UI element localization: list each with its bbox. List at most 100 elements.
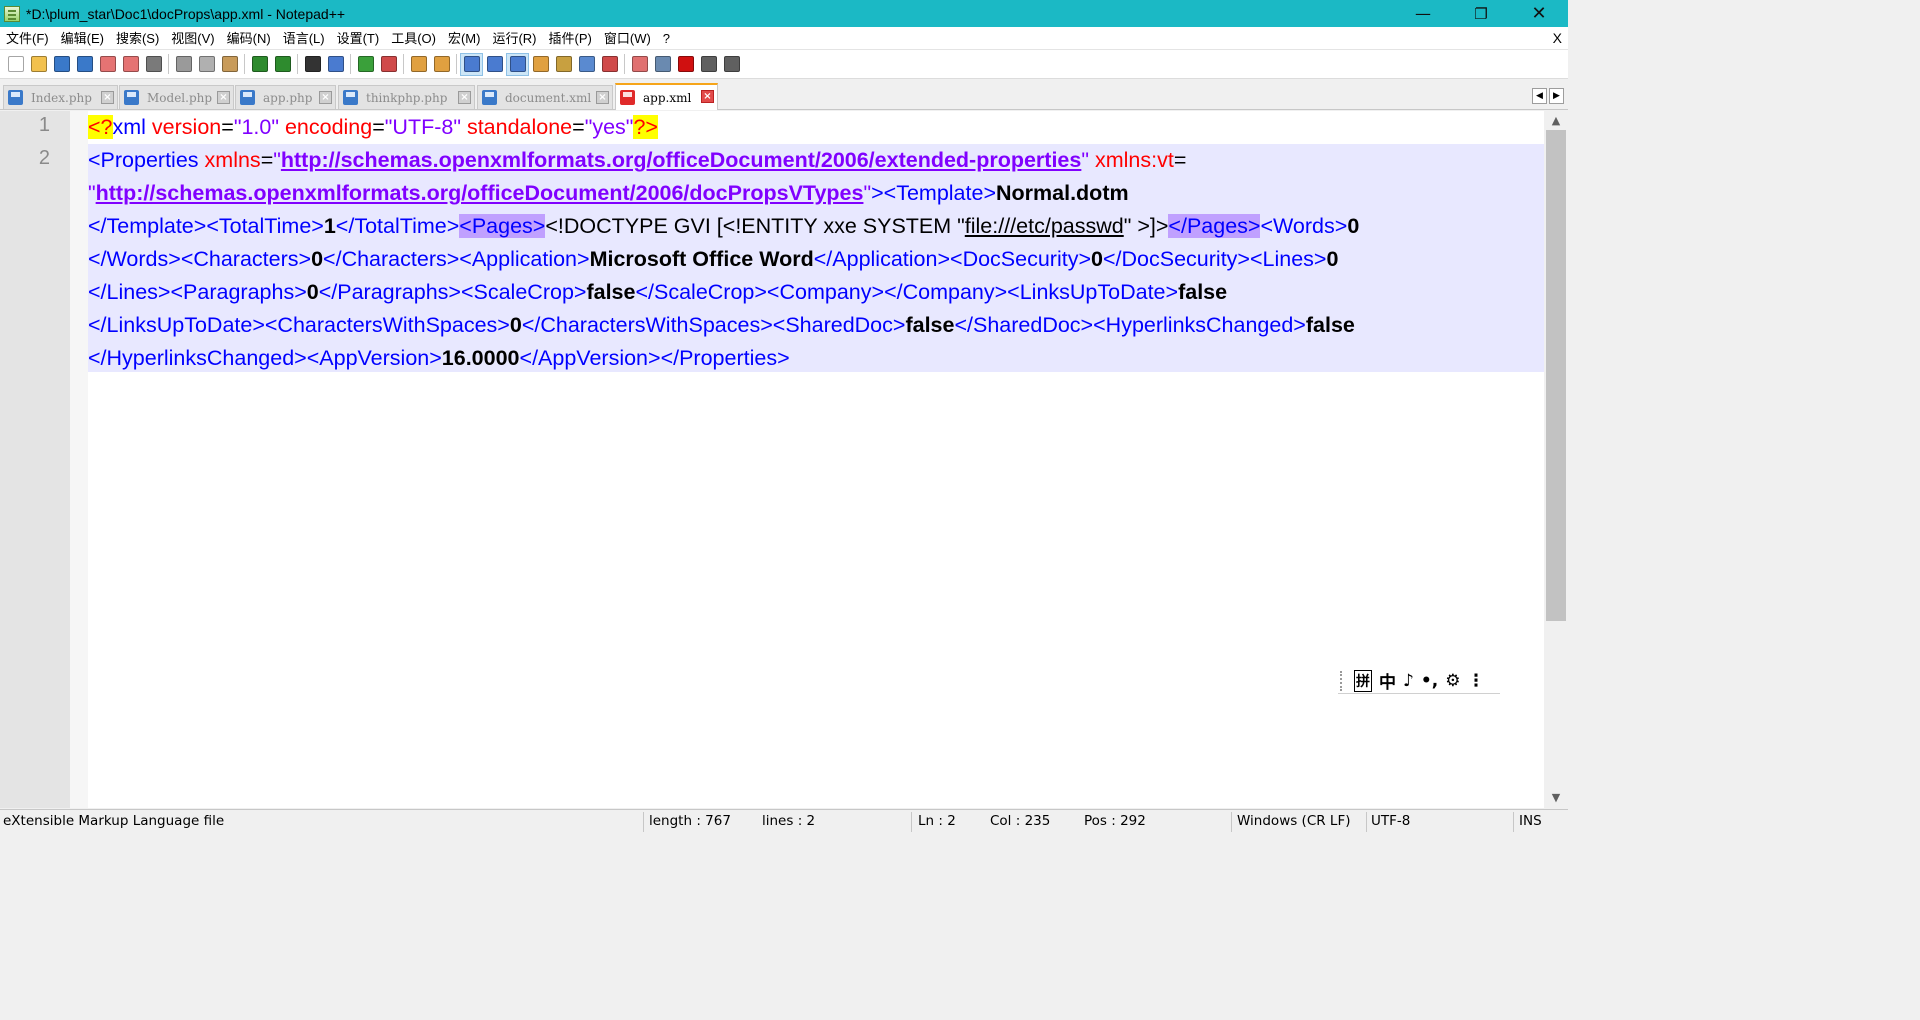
more-icon[interactable]: ⋮ — [1467, 671, 1484, 691]
close-document-button[interactable]: X — [1553, 27, 1562, 50]
open-file-button[interactable] — [27, 53, 50, 76]
sync-vertical-button[interactable] — [407, 53, 430, 76]
close-icon[interactable]: × — [101, 91, 114, 104]
print-button[interactable] — [142, 53, 165, 76]
window-title: *D:\plum_star\Doc1\docProps\app.xml - No… — [26, 5, 346, 22]
pinyin-icon[interactable]: 拼 — [1354, 669, 1372, 692]
word-wrap-button[interactable] — [460, 52, 483, 76]
close-all-button[interactable] — [119, 53, 142, 76]
tab-model-php[interactable]: Model.php × — [119, 85, 234, 109]
status-eol[interactable]: Windows (CR LF) — [1237, 813, 1350, 829]
xml-tag: </SharedDoc><HyperlinksChanged> — [954, 313, 1306, 337]
stop-macro-button[interactable] — [697, 53, 720, 76]
scrollbar-thumb[interactable] — [1546, 130, 1566, 621]
punctuation-icon[interactable]: •, — [1421, 671, 1438, 691]
menu-view[interactable]: 视图(V) — [165, 27, 220, 50]
text-area[interactable]: <?xml version="1.0" encoding="UTF-8" sta… — [88, 111, 1544, 808]
new-file-button[interactable] — [4, 53, 27, 76]
tab-thinkphp-php[interactable]: thinkphp.php × — [338, 85, 475, 109]
menu-plugins[interactable]: 插件(P) — [543, 27, 598, 50]
folder-workspace-button[interactable] — [598, 53, 621, 76]
toolbar-separator — [624, 54, 625, 74]
vertical-scrollbar[interactable]: ▲ ▼ — [1544, 111, 1568, 808]
menu-window[interactable]: 窗口(W) — [598, 27, 657, 50]
url-link[interactable]: http://schemas.openxmlformats.org/office… — [281, 148, 1081, 172]
menu-edit[interactable]: 编辑(E) — [55, 27, 110, 50]
function-list-button[interactable] — [575, 53, 598, 76]
cut-button[interactable] — [172, 53, 195, 76]
doc-map-button[interactable] — [552, 53, 575, 76]
udl-icon — [532, 56, 549, 72]
menu-help[interactable]: ? — [657, 27, 676, 50]
save-all-button[interactable] — [73, 53, 96, 76]
copy-button[interactable] — [195, 53, 218, 76]
tab-app-php[interactable]: app.php × — [235, 85, 336, 109]
sync-horizontal-button[interactable] — [430, 53, 453, 76]
tab-app-xml[interactable]: app.xml × — [615, 83, 718, 110]
menu-encoding[interactable]: 编码(N) — [221, 27, 277, 50]
menu-run[interactable]: 运行(R) — [486, 27, 542, 50]
menu-search[interactable]: 搜索(S) — [110, 27, 165, 50]
attr-name: encoding — [278, 115, 373, 139]
tab-scroll-left-button[interactable]: ◀ — [1532, 88, 1547, 104]
file-saved-icon — [124, 90, 139, 105]
paste-button[interactable] — [218, 53, 241, 76]
close-icon[interactable]: × — [458, 91, 471, 104]
editor[interactable]: 1 2 <?xml version="1.0" encoding="UTF-8"… — [0, 111, 1568, 808]
close-icon[interactable]: × — [217, 91, 230, 104]
settings-gear-icon[interactable]: ⚙ — [1445, 671, 1460, 691]
redo-button[interactable] — [271, 53, 294, 76]
element-text: false — [1178, 280, 1228, 304]
udl-button[interactable] — [529, 53, 552, 76]
play-macro-button[interactable] — [720, 53, 743, 76]
eye-button[interactable] — [651, 53, 674, 76]
drag-handle-icon[interactable] — [1340, 670, 1346, 691]
chinese-mode-icon[interactable]: 中 — [1379, 668, 1396, 693]
redo-icon — [274, 56, 291, 72]
find-button[interactable] — [301, 53, 324, 76]
element-text: 1 — [323, 214, 336, 238]
tab-document-xml[interactable]: document.xml × — [477, 85, 613, 109]
folder-workspace-icon — [601, 56, 618, 72]
indent-guide-button[interactable] — [506, 52, 529, 76]
moon-half-width-icon[interactable]: ♪ — [1403, 671, 1414, 691]
menu-macro[interactable]: 宏(M) — [442, 27, 487, 50]
status-file-type: eXtensible Markup Language file — [3, 813, 225, 829]
tab-index-php[interactable]: Index.php × — [3, 85, 118, 109]
close-file-button[interactable] — [96, 53, 119, 76]
menu-settings[interactable]: 设置(T) — [331, 27, 386, 50]
url-link[interactable]: http://schemas.openxmlformats.org/office… — [96, 181, 864, 205]
play-macro-icon — [723, 56, 740, 72]
zoom-out-button[interactable] — [377, 53, 400, 76]
xml-tag: </Application><DocSecurity> — [813, 247, 1092, 271]
close-icon[interactable]: × — [319, 91, 332, 104]
show-all-chars-button[interactable] — [483, 53, 506, 76]
menu-file[interactable]: 文件(F) — [0, 27, 55, 50]
file-link[interactable]: file:///etc/passwd — [965, 214, 1124, 238]
copy-icon — [198, 56, 215, 72]
close-window-button[interactable]: ✕ — [1510, 0, 1568, 27]
undo-button[interactable] — [248, 53, 271, 76]
status-encoding[interactable]: UTF-8 — [1371, 813, 1410, 829]
monitoring-button[interactable] — [628, 53, 651, 76]
restore-button[interactable]: ❐ — [1452, 0, 1510, 27]
close-icon[interactable]: × — [596, 91, 609, 104]
minimize-button[interactable]: — — [1394, 0, 1452, 27]
menu-language[interactable]: 语言(L) — [277, 27, 331, 50]
menu-tools[interactable]: 工具(O) — [385, 27, 442, 50]
fold-margin[interactable] — [70, 111, 88, 808]
close-icon[interactable]: × — [701, 90, 714, 103]
status-insert-mode: INS — [1519, 813, 1542, 829]
zoom-in-icon — [357, 56, 374, 72]
close-file-icon — [99, 56, 116, 72]
replace-button[interactable] — [324, 53, 347, 76]
zoom-in-button[interactable] — [354, 53, 377, 76]
element-text: 0 — [1091, 247, 1103, 271]
record-macro-button[interactable] — [674, 53, 697, 76]
save-button[interactable] — [50, 53, 73, 76]
tab-scroll-right-button[interactable]: ▶ — [1549, 88, 1564, 104]
equals: = — [260, 148, 274, 172]
scroll-down-icon[interactable]: ▼ — [1544, 789, 1568, 807]
xml-tag: </Characters><Application> — [323, 247, 590, 271]
scroll-up-icon[interactable]: ▲ — [1544, 112, 1568, 130]
